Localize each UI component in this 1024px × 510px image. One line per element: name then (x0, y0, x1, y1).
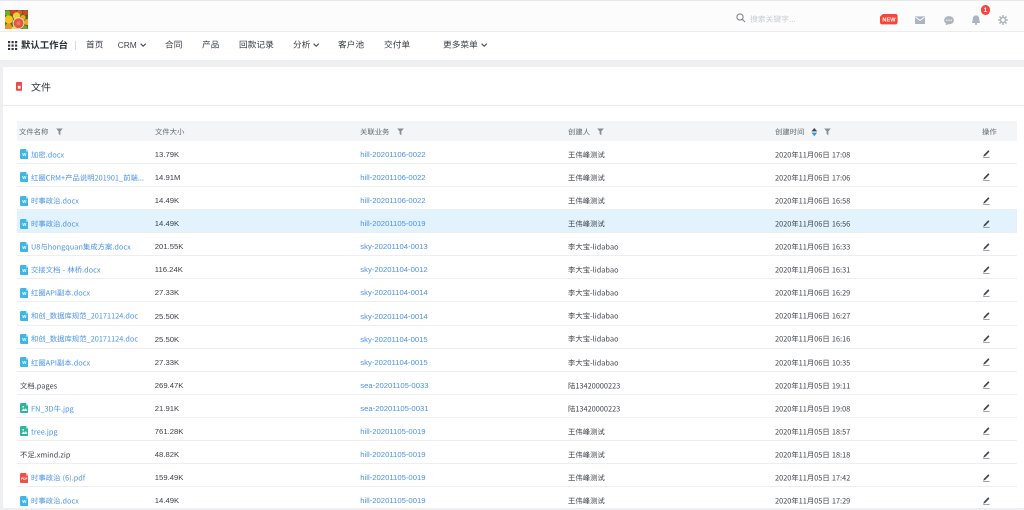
svg-text:PDF: PDF (21, 477, 27, 481)
svg-text:NEW: NEW (883, 17, 897, 23)
